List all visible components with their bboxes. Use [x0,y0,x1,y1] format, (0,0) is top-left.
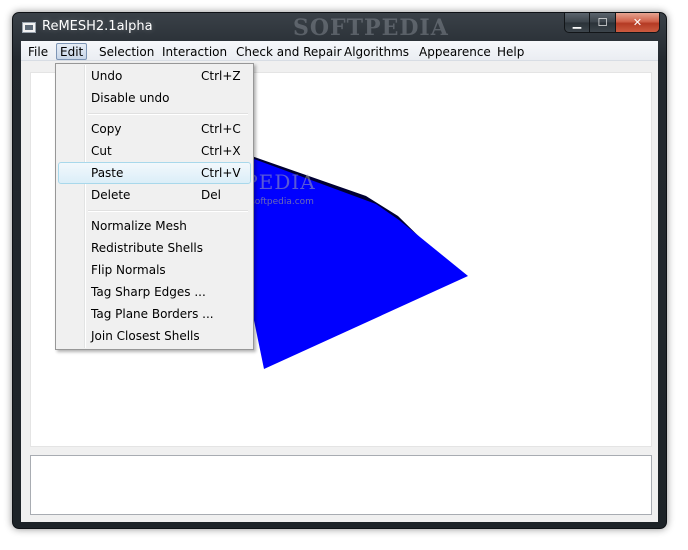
menu-separator [88,113,248,115]
menu-help[interactable]: Help [493,43,528,60]
menu-item-join-closest-shells[interactable]: Join Closest Shells [58,325,251,347]
menu-item-label: Tag Sharp Edges ... [91,285,206,299]
menu-item-delete[interactable]: Delete Del [58,184,251,206]
menu-item-paste[interactable]: Paste Ctrl+V [58,162,251,184]
menu-item-label: Tag Plane Borders ... [91,307,214,321]
menu-item-shortcut: Del [201,188,221,202]
menu-bar: File Edit Selection Interaction Check an… [21,41,658,61]
menu-item-label: Disable undo [91,91,170,105]
menu-item-label: Join Closest Shells [91,329,200,343]
menu-appearence[interactable]: Appearence [415,43,495,60]
close-icon: ✕ [632,16,643,29]
menu-item-label: Paste [91,166,124,180]
menu-item-label: Delete [91,188,131,202]
menu-item-label: Redistribute Shells [91,241,204,255]
menu-algorithms[interactable]: Algorithms [340,43,413,60]
app-icon[interactable] [22,22,36,33]
caption-buttons: ▁ ☐ ✕ [564,13,660,33]
menu-item-shortcut: Ctrl+V [201,166,241,180]
close-button[interactable]: ✕ [616,13,660,33]
menu-item-label: Copy [91,122,122,136]
menu-item-flip-normals[interactable]: Flip Normals [58,259,251,281]
menu-item-shortcut: Ctrl+C [201,122,241,136]
menu-item-label: Normalize Mesh [91,219,187,233]
menu-check-and-repair[interactable]: Check and Repair [232,43,346,60]
menu-item-shortcut: Ctrl+X [201,144,241,158]
menu-item-cut[interactable]: Cut Ctrl+X [58,140,251,162]
menu-item-undo[interactable]: Undo Ctrl+Z [58,65,251,87]
minimize-button[interactable]: ▁ [564,13,590,33]
menu-item-label: Undo [91,69,123,83]
menu-item-redistribute-shells[interactable]: Redistribute Shells [58,237,251,259]
menu-item-label: Cut [91,144,112,158]
title-bar[interactable]: ReMESH2.1alpha SOFTPEDIA ▁ ☐ ✕ [13,13,666,41]
menu-item-copy[interactable]: Copy Ctrl+C [58,118,251,140]
mesh-triangle[interactable] [236,155,468,369]
menu-item-tag-sharp-edges[interactable]: Tag Sharp Edges ... [58,281,251,303]
maximize-icon: ☐ [597,16,608,29]
menu-item-tag-plane-borders[interactable]: Tag Plane Borders ... [58,303,251,325]
menu-file[interactable]: File [24,43,52,60]
menu-item-disable-undo[interactable]: Disable undo [58,87,251,109]
menu-item-shortcut: Ctrl+Z [201,69,241,83]
menu-interaction[interactable]: Interaction [158,43,231,60]
maximize-button[interactable]: ☐ [590,13,616,33]
menu-separator [88,210,248,212]
menu-selection[interactable]: Selection [95,43,158,60]
menu-item-normalize-mesh[interactable]: Normalize Mesh [58,215,251,237]
edit-dropdown-menu: Undo Ctrl+Z Disable undo Copy Ctrl+C Cut… [55,63,254,350]
menu-edit[interactable]: Edit [56,43,88,60]
output-console[interactable] [30,455,652,515]
window-title: ReMESH2.1alpha [42,19,153,34]
minimize-icon: ▁ [572,16,582,29]
title-watermark: SOFTPEDIA [293,15,449,41]
menu-item-label: Flip Normals [91,263,166,277]
